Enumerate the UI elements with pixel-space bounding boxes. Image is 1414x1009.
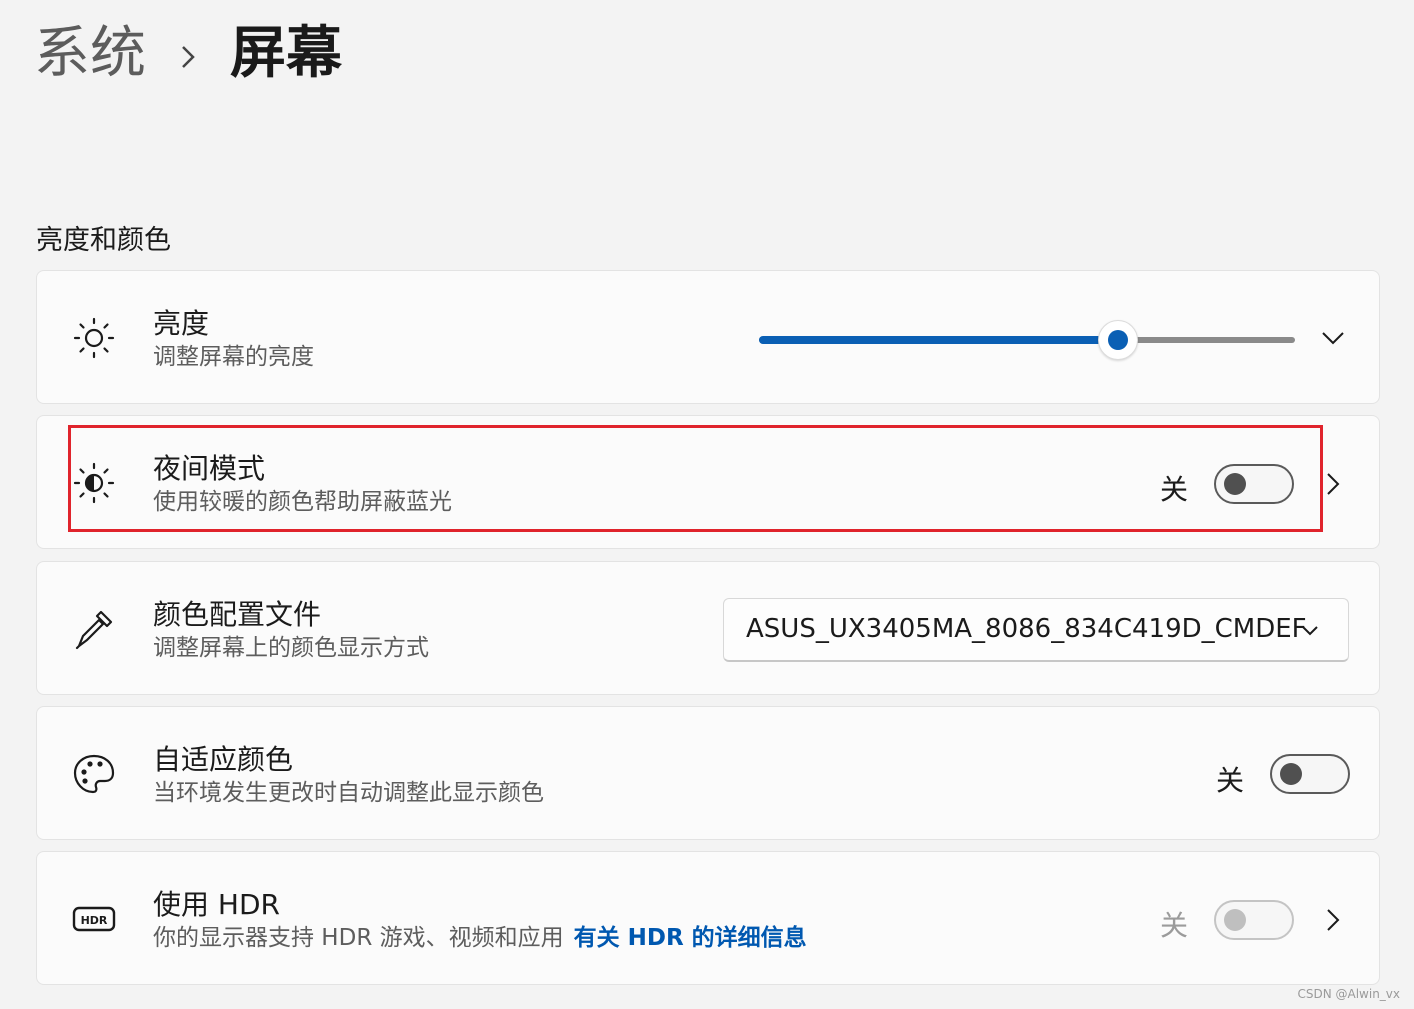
color-profile-description: 调整屏幕上的颜色显示方式 (153, 635, 429, 661)
adaptive-color-text: 自适应颜色 当环境发生更改时自动调整此显示颜色 (153, 743, 544, 809)
breadcrumb-system-link[interactable]: 系统 (34, 26, 146, 82)
chevron-down-icon[interactable] (1319, 324, 1347, 352)
chevron-down-icon (1296, 616, 1324, 644)
brightness-title: 亮度 (153, 307, 210, 340)
chevron-right-icon[interactable] (1319, 470, 1347, 498)
color-profile-text: 颜色配置文件 调整屏幕上的颜色显示方式 (153, 598, 429, 664)
color-profile-card: 颜色配置文件 调整屏幕上的颜色显示方式 ASUS_UX3405MA_8086_8… (36, 561, 1380, 695)
color-profile-selected-value: ASUS_UX3405MA_8086_834C419D_CMDEF (746, 614, 1307, 644)
brightness-card: 亮度 调整屏幕的亮度 (36, 270, 1380, 404)
hdr-icon: HDR (71, 896, 117, 942)
svg-text:HDR: HDR (81, 914, 108, 927)
color-profile-title: 颜色配置文件 (153, 598, 322, 631)
page-title: 屏幕 (230, 21, 342, 86)
night-light-icon (71, 460, 117, 506)
adaptive-color-description: 当环境发生更改时自动调整此显示颜色 (153, 780, 544, 806)
chevron-right-icon[interactable] (1319, 906, 1347, 934)
eyedropper-icon (71, 606, 117, 652)
night-light-state-label: 关 (1160, 473, 1189, 506)
night-light-title: 夜间模式 (153, 452, 266, 485)
chevron-right-icon (146, 26, 230, 82)
hdr-description: 你的显示器支持 HDR 游戏、视频和应用 (153, 925, 564, 951)
hdr-learn-more-link[interactable]: 有关 HDR 的详细信息 (574, 925, 807, 951)
display-settings-page: 系统 屏幕 亮度和颜色 亮度 调整屏幕的亮度 夜间模式 使用较暖的颜色帮助屏蔽蓝… (0, 0, 1414, 1009)
sun-icon (71, 315, 117, 361)
color-profile-dropdown[interactable]: ASUS_UX3405MA_8086_834C419D_CMDEF (723, 598, 1349, 662)
section-title: 亮度和颜色 (36, 225, 171, 256)
adaptive-color-toggle[interactable] (1270, 754, 1350, 794)
night-light-toggle[interactable] (1214, 464, 1294, 504)
hdr-card[interactable]: HDR 使用 HDR 你的显示器支持 HDR 游戏、视频和应用 有关 HDR 的详… (36, 851, 1380, 985)
watermark: CSDN @Alwin_vx (1297, 987, 1400, 1001)
hdr-state-label: 关 (1160, 909, 1189, 942)
brightness-description: 调整屏幕的亮度 (153, 344, 314, 370)
slider-thumb[interactable] (1098, 320, 1139, 360)
palette-icon (71, 751, 117, 797)
brightness-text: 亮度 调整屏幕的亮度 (153, 307, 314, 373)
night-light-text: 夜间模式 使用较暖的颜色帮助屏蔽蓝光 (153, 452, 452, 518)
hdr-title: 使用 HDR (153, 888, 280, 921)
brightness-slider[interactable] (759, 319, 1295, 360)
adaptive-color-card: 自适应颜色 当环境发生更改时自动调整此显示颜色 关 (36, 706, 1380, 840)
hdr-text: 使用 HDR 你的显示器支持 HDR 游戏、视频和应用 有关 HDR 的详细信息 (153, 888, 807, 954)
night-light-description: 使用较暖的颜色帮助屏蔽蓝光 (153, 489, 452, 515)
adaptive-color-state-label: 关 (1216, 764, 1245, 797)
hdr-description-line: 你的显示器支持 HDR 游戏、视频和应用 有关 HDR 的详细信息 (153, 922, 807, 954)
breadcrumb: 系统 屏幕 (34, 14, 342, 94)
night-light-card[interactable]: 夜间模式 使用较暖的颜色帮助屏蔽蓝光 关 (36, 415, 1380, 549)
hdr-toggle[interactable] (1214, 900, 1294, 940)
adaptive-color-title: 自适应颜色 (153, 743, 294, 776)
slider-fill (759, 336, 1119, 344)
